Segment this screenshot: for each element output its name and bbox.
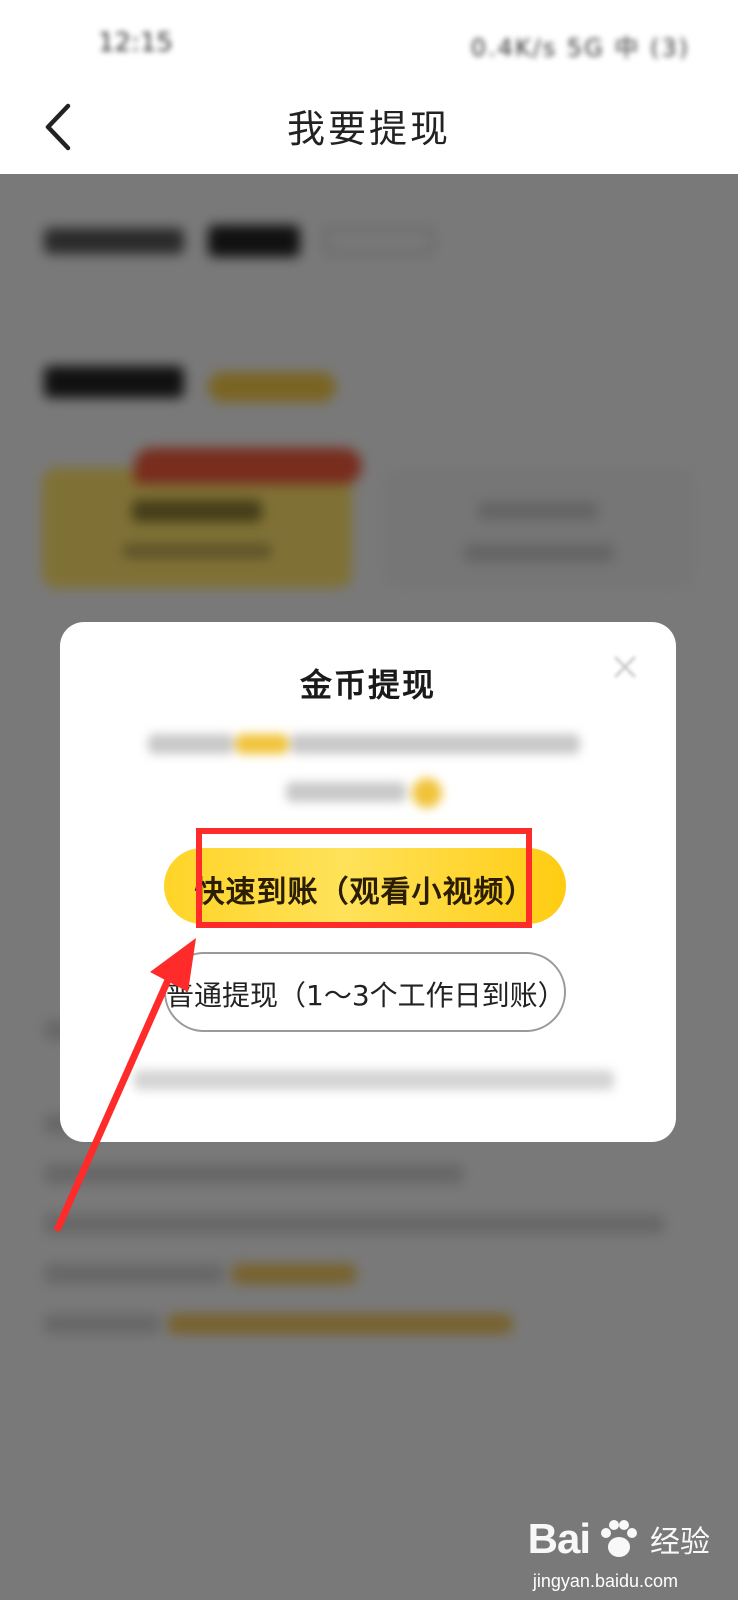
status-time: 12:15 — [98, 28, 173, 58]
dialog-account-name — [286, 778, 446, 808]
normal-withdraw-label: 普通提现（1～3个工作日到账） — [166, 979, 566, 1012]
status-indicators: 0.4K/s 5G 中 (3) — [470, 34, 690, 62]
withdraw-dialog: 金币提现 快速到账（观看小视频） 普通提现（1～3个工作日到账） — [60, 622, 676, 1142]
status-bar: 12:15 0.4K/s 5G 中 (3) — [0, 0, 738, 80]
page-title: 我要提现 — [286, 107, 451, 151]
app-header: 我要提现 — [0, 80, 738, 174]
watermark-brand: Bai — [527, 1515, 591, 1562]
normal-withdraw-button[interactable]: 普通提现（1～3个工作日到账） — [164, 952, 566, 1032]
fast-withdraw-label: 快速到账（观看小视频） — [194, 875, 536, 910]
dialog-footnote — [134, 1070, 614, 1092]
watermark-domain: jingyan.baidu.com — [532, 1571, 678, 1591]
paw-icon — [601, 1520, 637, 1557]
watermark-suffix: 经验 — [650, 1526, 710, 1559]
baidu-jingyan-watermark: Bai 经验 — [528, 1504, 710, 1574]
dialog-title: 金币提现 — [299, 666, 436, 704]
close-button[interactable] — [610, 652, 640, 682]
fast-withdraw-button[interactable]: 快速到账（观看小视频） — [164, 848, 566, 924]
close-icon — [614, 656, 636, 678]
emoji-icon — [412, 778, 442, 808]
dialog-description — [148, 730, 588, 756]
